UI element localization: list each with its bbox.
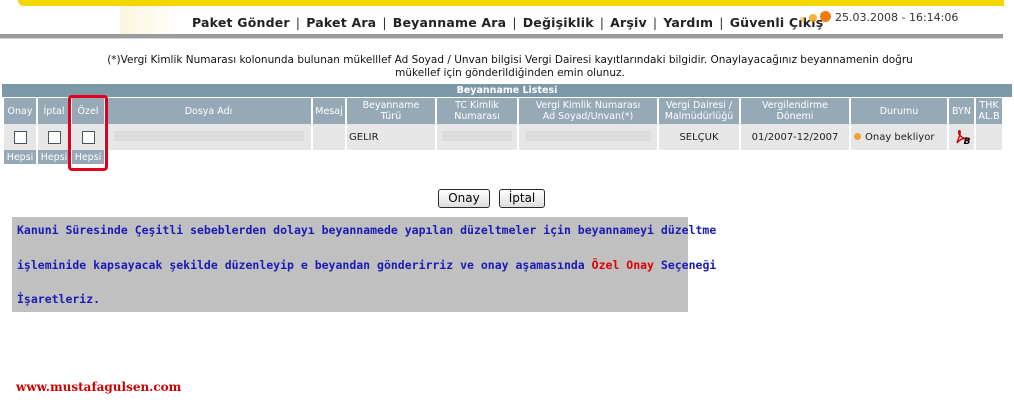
nav-beyanname-ara[interactable]: Beyanname Ara: [393, 15, 507, 30]
cell-donem: 01/2007-12/2007: [741, 124, 849, 150]
status-dots-icon: [800, 11, 831, 25]
list-title: Beyanname Listesi: [2, 84, 1012, 97]
info-note-line-1: (*)Vergi Kimlik Numarası kolonunda bulun…: [107, 54, 913, 66]
onay-checkbox[interactable]: [13, 130, 27, 144]
pdf-beyanname-icon[interactable]: B: [955, 129, 971, 147]
col-iptal: İptal: [38, 98, 70, 124]
iptal-button[interactable]: İptal: [499, 189, 545, 208]
col-mesaj: Mesaj: [313, 98, 345, 124]
explanation-line-2: işleminide kapsayacak şekilde düzenleyip…: [17, 258, 717, 272]
cell-byn: B: [949, 124, 974, 150]
nav-paket-gonder[interactable]: Paket Gönder: [192, 15, 290, 30]
table-row: GELIR SELÇUK 01/2007-12/2007 Onay bekliy…: [4, 124, 1002, 150]
ozel-column-highlight: [68, 95, 108, 171]
iptal-hepsi-link[interactable]: Hepsi: [38, 150, 70, 164]
explanation-box: Kanuni Süresinde Çeşitli sebeblerden dol…: [12, 217, 716, 312]
status-pending-icon: [854, 133, 861, 140]
iptal-checkbox[interactable]: [47, 130, 61, 144]
cell-vergi-kimlik: [519, 124, 657, 150]
col-dosya-adi: Dosya Adı: [106, 98, 311, 124]
cell-thk: [976, 124, 1002, 150]
nav-degisiklik[interactable]: Değişiklik: [523, 15, 594, 30]
select-all-row: Hepsi Hepsi Hepsi: [4, 150, 1002, 164]
cell-beyanname-turu: GELIR: [347, 124, 435, 150]
session-datetime: 25.03.2008 - 16:14:06: [800, 11, 958, 25]
col-tc-kimlik: TC Kimlik Numarası: [437, 98, 517, 124]
redacted-tc: [442, 130, 512, 141]
redacted-filename: [113, 130, 304, 141]
cell-mesaj: [313, 124, 345, 150]
onay-button[interactable]: Onay: [438, 189, 490, 208]
nav-paket-ara[interactable]: Paket Ara: [306, 15, 376, 30]
cell-tc-kimlik: [437, 124, 517, 150]
cell-vergi-dairesi: SELÇUK: [659, 124, 739, 150]
cell-dosya-adi: [106, 124, 311, 150]
nav-yardim[interactable]: Yardım: [663, 15, 713, 30]
explanation-line-1: Kanuni Süresinde Çeşitli sebeblerden dol…: [17, 223, 717, 237]
cell-durumu: Onay bekliyor: [851, 124, 947, 150]
ozel-onay-highlight-text: Özel Onay: [591, 258, 654, 272]
explanation-line-3: İşaretleriz.: [17, 292, 101, 306]
col-beyanname-turu: Beyanname Türü: [347, 98, 435, 124]
col-donem: Vergilendirme Dönemi: [741, 98, 849, 124]
col-vergi-kimlik: Vergi Kimlik Numarası Ad Soyad/Unvan(*): [519, 98, 657, 124]
col-thk: THK AL.B: [976, 98, 1002, 124]
logo-fade: [120, 6, 180, 36]
top-banner: [0, 0, 1014, 36]
onay-hepsi-link[interactable]: Hepsi: [4, 150, 36, 164]
col-onay: Onay: [4, 98, 36, 124]
nav-arsiv[interactable]: Arşiv: [610, 15, 647, 30]
redacted-vkn: [525, 130, 651, 141]
info-note-line-2: mükellef için gönderildiğinden emin olun…: [395, 67, 625, 79]
datetime-text: 25.03.2008 - 16:14:06: [835, 11, 959, 24]
website-link[interactable]: www.mustafagulsen.com: [16, 380, 181, 394]
col-vergi-dairesi: Vergi Dairesi / Malmüdürlüğü: [659, 98, 739, 124]
table-header-row: Onay İptal Özel Dosya Adı Mesaj Beyannam…: [4, 98, 1002, 124]
main-navigation: Paket Gönder | Paket Ara | Beyanname Ara | Değ…: [192, 15, 824, 30]
info-note: (*)Vergi Kimlik Numarası kolonunda bulun…: [60, 54, 960, 80]
beyanname-table: Onay İptal Özel Dosya Adı Mesaj Beyannam…: [2, 98, 1004, 164]
col-byn: BYN: [949, 98, 974, 124]
col-durumu: Durumu: [851, 98, 947, 124]
status-text: Onay bekliyor: [865, 131, 935, 143]
